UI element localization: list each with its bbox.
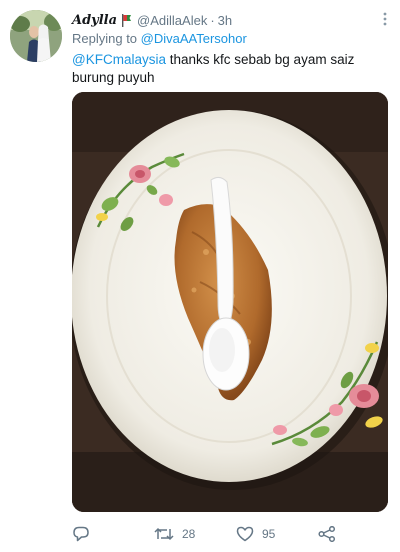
separator-dot: · xyxy=(210,12,215,28)
replying-to: Replying to @DivaAATersohor xyxy=(72,31,247,46)
author-handle[interactable]: @AdillaAlek xyxy=(137,13,207,28)
share-button[interactable] xyxy=(318,524,336,544)
tweet[interactable]: Adylla @AdillaAlek · 3h Replying to @Div… xyxy=(0,0,400,552)
tweet-timestamp[interactable]: 3h xyxy=(218,13,232,28)
replying-to-mention[interactable]: @DivaAATersohor xyxy=(141,31,247,46)
like-count: 95 xyxy=(262,527,276,541)
reply-button[interactable] xyxy=(72,524,90,544)
like-button[interactable]: 95 xyxy=(236,524,275,544)
retweet-count: 28 xyxy=(182,527,196,541)
heart-icon xyxy=(236,526,254,542)
author-display-name[interactable]: Adylla xyxy=(72,13,117,28)
retweet-button[interactable]: 28 xyxy=(154,524,195,544)
replying-to-label: Replying to xyxy=(72,31,138,46)
avatar[interactable] xyxy=(10,10,62,62)
tweet-header: Adylla @AdillaAlek · 3h xyxy=(72,11,370,29)
retweet-icon xyxy=(154,526,174,542)
tweet-photo[interactable] xyxy=(72,92,388,512)
tweet-text: @KFCmalaysia thanks kfc sebab bg ayam sa… xyxy=(72,51,382,87)
tweet-actions: 28 95 xyxy=(72,524,388,544)
more-options-icon[interactable] xyxy=(382,12,388,26)
reply-icon xyxy=(72,526,90,542)
share-icon xyxy=(318,526,336,542)
tweet-mention-link[interactable]: @KFCmalaysia xyxy=(72,52,166,67)
flag-icon xyxy=(121,13,133,27)
